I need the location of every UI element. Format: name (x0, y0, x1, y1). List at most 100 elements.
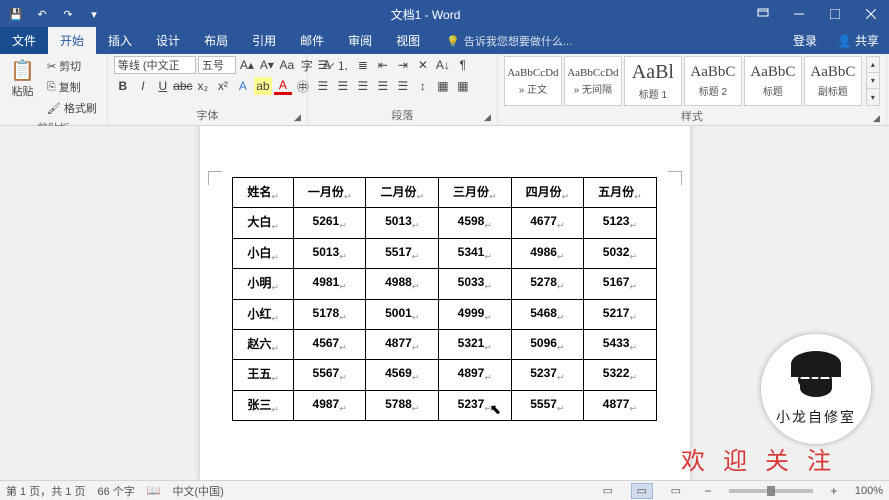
multilevel-list-button[interactable]: ≣ (354, 56, 372, 74)
print-layout-button[interactable]: ▭ (631, 483, 653, 499)
table-cell[interactable]: 5567↵ (293, 360, 366, 390)
proofing-icon[interactable]: 📖 (147, 484, 161, 497)
distributed-button[interactable]: ☰ (394, 77, 412, 95)
styles-expand[interactable]: ▾ (867, 89, 879, 105)
table-cell[interactable]: 5557↵ (511, 390, 584, 420)
table-row[interactable]: 王五↵5567↵4569↵4897↵5237↵5322↵ (233, 360, 656, 390)
page-count[interactable]: 第 1 页，共 1 页 (6, 483, 85, 499)
redo-button[interactable]: ↷ (56, 2, 80, 26)
align-center-button[interactable]: ☰ (334, 77, 352, 95)
close-button[interactable] (853, 0, 889, 28)
share-button[interactable]: 👤 共享 (827, 27, 889, 54)
tab-insert[interactable]: 插入 (96, 27, 144, 54)
table-cell[interactable]: 5013↵ (366, 208, 439, 238)
table-cell[interactable]: 5278↵ (511, 269, 584, 299)
dialog-launcher-icon[interactable]: ◢ (873, 113, 880, 124)
grow-font-button[interactable]: A▴ (238, 56, 256, 74)
table-row[interactable]: 小白↵5013↵5517↵5341↵4986↵5032↵ (233, 238, 656, 268)
table-cell[interactable]: 4988↵ (366, 269, 439, 299)
increase-indent-button[interactable]: ⇥ (394, 56, 412, 74)
style-item[interactable]: AaBl标题 1 (624, 56, 682, 106)
table-cell[interactable]: 5178↵ (293, 299, 366, 329)
tab-references[interactable]: 引用 (240, 27, 288, 54)
show-marks-button[interactable]: ¶ (454, 56, 472, 74)
document-area[interactable]: 姓名↵一月份↵二月份↵三月份↵四月份↵五月份↵大白↵5261↵5013↵4598… (0, 126, 889, 480)
table-cell[interactable]: 小白↵ (233, 238, 294, 268)
data-table[interactable]: 姓名↵一月份↵二月份↵三月份↵四月份↵五月份↵大白↵5261↵5013↵4598… (232, 177, 656, 421)
table-cell[interactable]: 一月份↵ (293, 178, 366, 208)
borders-button[interactable]: ▦ (454, 77, 472, 95)
table-cell[interactable]: 5517↵ (366, 238, 439, 268)
table-header-row[interactable]: 姓名↵一月份↵二月份↵三月份↵四月份↵五月份↵ (233, 178, 656, 208)
tab-file[interactable]: 文件 (0, 27, 48, 54)
decrease-indent-button[interactable]: ⇤ (374, 56, 392, 74)
table-cell[interactable]: 小红↵ (233, 299, 294, 329)
table-cell[interactable]: 小明↵ (233, 269, 294, 299)
table-cell[interactable]: 姓名↵ (233, 178, 294, 208)
underline-button[interactable]: U (154, 77, 172, 95)
text-effects-button[interactable]: A (234, 77, 252, 95)
dialog-launcher-icon[interactable]: ◢ (294, 112, 301, 123)
zoom-in-button[interactable]: + (825, 482, 843, 500)
zoom-level[interactable]: 100% (855, 485, 883, 497)
table-cell[interactable]: 赵六↵ (233, 329, 294, 359)
save-button[interactable]: 💾 (4, 2, 28, 26)
line-spacing-button[interactable]: ↕ (414, 77, 432, 95)
subscript-button[interactable]: x₂ (194, 77, 212, 95)
table-cell[interactable]: 4598↵ (439, 208, 512, 238)
table-cell[interactable]: 4567↵ (293, 329, 366, 359)
style-item[interactable]: AaBbCcDd» 正文 (504, 56, 562, 106)
font-size-select[interactable]: 五号 (198, 56, 236, 74)
zoom-out-button[interactable]: − (699, 482, 717, 500)
table-cell[interactable]: 4981↵ (293, 269, 366, 299)
maximize-button[interactable] (817, 0, 853, 28)
styles-gallery[interactable]: AaBbCcDd» 正文AaBbCcDd» 无间隔AaBl标题 1AaBbC标题… (504, 56, 862, 106)
word-count[interactable]: 66 个字 (97, 483, 134, 499)
table-cell[interactable]: 4877↵ (366, 329, 439, 359)
table-cell[interactable]: 四月份↵ (511, 178, 584, 208)
table-cell[interactable]: 5217↵ (584, 299, 657, 329)
table-row[interactable]: 大白↵5261↵5013↵4598↵4677↵5123↵ (233, 208, 656, 238)
dialog-launcher-icon[interactable]: ◢ (484, 112, 491, 123)
superscript-button[interactable]: x² (214, 77, 232, 95)
styles-scroll-up[interactable]: ▴ (867, 57, 879, 73)
web-layout-button[interactable]: ▭ (665, 483, 687, 499)
copy-button[interactable]: ⎘ 复制 (43, 77, 101, 97)
table-cell[interactable]: 4986↵ (511, 238, 584, 268)
shading-button[interactable]: ▦ (434, 77, 452, 95)
asian-layout-button[interactable]: ✕ (414, 56, 432, 74)
read-mode-button[interactable]: ▭ (597, 483, 619, 499)
table-cell[interactable]: 4677↵ (511, 208, 584, 238)
table-cell[interactable]: 5261↵ (293, 208, 366, 238)
table-cell[interactable]: 5237↵ (511, 360, 584, 390)
qat-customize-button[interactable]: ▾ (82, 2, 106, 26)
tab-review[interactable]: 审阅 (336, 27, 384, 54)
ribbon-options-button[interactable] (745, 0, 781, 28)
strikethrough-button[interactable]: abc (174, 77, 192, 95)
table-cell[interactable]: 二月份↵ (366, 178, 439, 208)
font-color-button[interactable]: A (274, 77, 292, 95)
table-cell[interactable]: 王五↵ (233, 360, 294, 390)
table-cell[interactable]: 5167↵ (584, 269, 657, 299)
table-cell[interactable]: 4999↵ (439, 299, 512, 329)
bold-button[interactable]: B (114, 77, 132, 95)
table-cell[interactable]: 5123↵ (584, 208, 657, 238)
styles-scroll-down[interactable]: ▾ (867, 73, 879, 89)
style-item[interactable]: AaBbCcDd» 无间隔 (564, 56, 622, 106)
shrink-font-button[interactable]: A▾ (258, 56, 276, 74)
sort-button[interactable]: A↓ (434, 56, 452, 74)
tell-me-input[interactable]: 💡 告诉我您想要做什么... (440, 28, 578, 54)
font-family-select[interactable]: 等线 (中文正 (114, 56, 196, 74)
style-item[interactable]: AaBbC副标题 (804, 56, 862, 106)
table-cell[interactable]: 5001↵ (366, 299, 439, 329)
table-cell[interactable]: 5341↵ (439, 238, 512, 268)
style-item[interactable]: AaBbC标题 2 (684, 56, 742, 106)
align-left-button[interactable]: ☰ (314, 77, 332, 95)
zoom-slider[interactable] (729, 489, 813, 493)
justify-button[interactable]: ☰ (374, 77, 392, 95)
format-painter-button[interactable]: 🖌 格式刷 (43, 98, 101, 118)
tab-layout[interactable]: 布局 (192, 27, 240, 54)
table-row[interactable]: 赵六↵4567↵4877↵5321↵5096↵5433↵ (233, 329, 656, 359)
table-cell[interactable]: 5013↵ (293, 238, 366, 268)
table-row[interactable]: 小明↵4981↵4988↵5033↵5278↵5167↵ (233, 269, 656, 299)
